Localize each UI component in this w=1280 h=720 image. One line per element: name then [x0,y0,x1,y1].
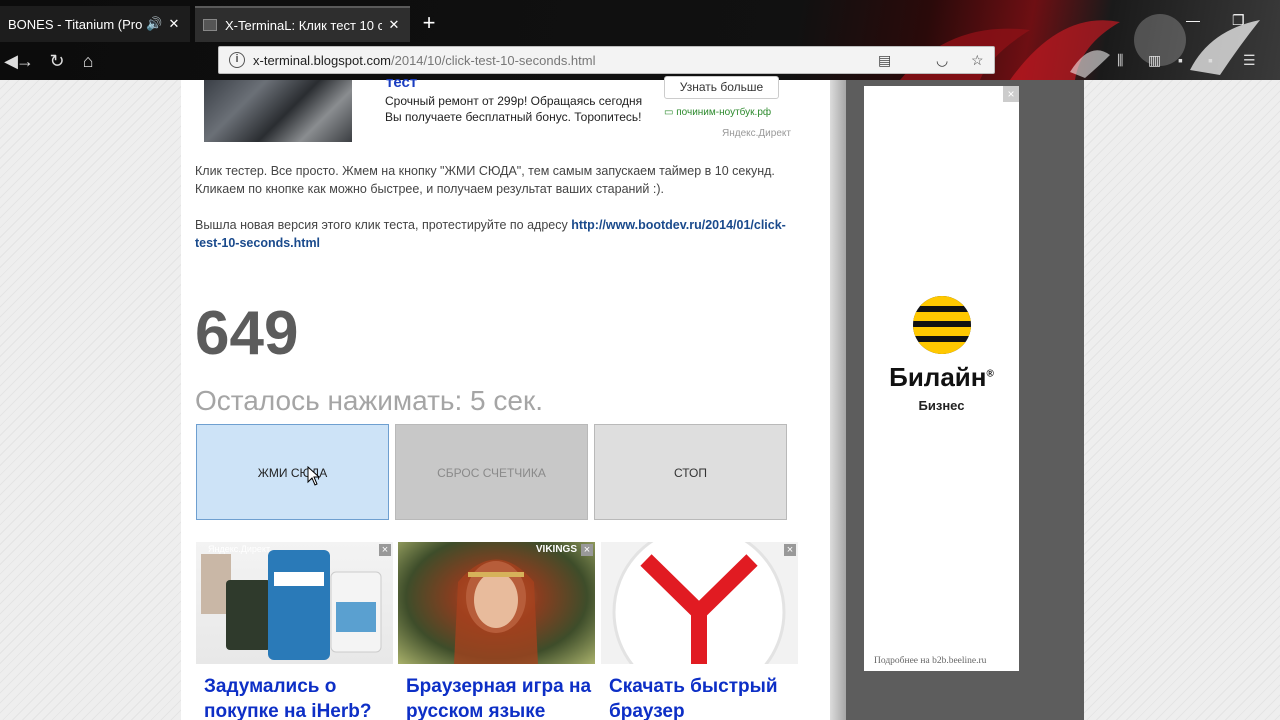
sidebar-edge [830,80,846,720]
close-tab-icon[interactable]: ✕ [386,17,402,33]
article-content: тест Срочный ремонт от 299р! Обращаясь с… [181,74,830,720]
beeline-banner-ad[interactable]: × Билайн® Бизнес Подробнее на b2b.beelin… [864,86,1019,671]
tab-x-terminal[interactable]: X-TerminaL: Клик тест 10 секу ✕ [195,6,410,42]
home-icon[interactable]: ⌂ [77,50,99,72]
minimize-icon[interactable]: — [1186,12,1200,28]
banner-brand: Билайн® [889,362,994,392]
ad-label: VIKINGS [535,544,577,555]
ad-source-label: Яндекс.Директ [722,128,791,139]
reload-icon[interactable]: ↻ [46,50,68,72]
page-favicon-icon [203,19,217,31]
sidebar-icon[interactable]: ▥ [1148,52,1161,69]
address-bar[interactable]: i x-terminal.blogspot.com/2014/10/click-… [218,46,995,74]
close-ad-icon[interactable]: × [1003,86,1019,102]
close-ad-icon[interactable]: × [379,544,391,556]
url-text[interactable]: x-terminal.blogspot.com/2014/10/click-te… [253,53,595,68]
speaker-icon[interactable]: 🔊 [146,16,162,32]
reader-view-icon[interactable]: ▤ [878,52,891,69]
ad-link[interactable]: ▭ починим-ноутбук.рф [664,107,771,118]
extension-icon[interactable]: ▪ [1208,52,1213,68]
page-background [0,80,181,720]
close-ad-icon[interactable]: × [581,544,593,556]
extension-icon[interactable]: ▪ [1178,52,1183,68]
reset-counter-button[interactable]: СБРОС СЧЕТЧИКА [395,424,588,520]
ad-caption[interactable]: Задумались о покупке на iHerb? [204,674,389,720]
ad-caption[interactable]: Скачать быстрый браузер [609,674,794,720]
site-info-icon[interactable]: i [229,52,245,68]
ad-text: Срочный ремонт от 299р! Обращаясь сегодн… [385,94,643,124]
close-ad-icon[interactable]: × [784,544,796,556]
stop-button[interactable]: СТОП [594,424,787,520]
browser-chrome: BONES - Titanium (Prod. by 🔊 ✕ X-Termina… [0,0,1280,80]
ad-label: Яндекс.Директ [208,544,271,554]
ad-learn-more-button[interactable]: Узнать больше [664,76,779,99]
ad-caption[interactable]: Браузерная игра на русском языке [406,674,591,720]
menu-icon[interactable]: ☰ [1243,52,1256,69]
time-remaining: Осталось нажимать: 5 сек. [195,385,543,416]
page-background [1084,80,1280,720]
ad-card-yandex-browser[interactable]: × Скачать быстрый браузер [601,525,798,720]
web-page: тест Срочный ремонт от 299р! Обращаясь с… [0,74,1280,720]
mouse-cursor-icon [307,466,321,486]
tab-bones[interactable]: BONES - Titanium (Prod. by 🔊 ✕ [0,6,190,42]
click-here-button[interactable]: ЖМИ СЮДА [196,424,389,520]
new-version-text: Вышла новая версия этого клик теста, про… [195,218,786,250]
forward-icon[interactable]: → [14,50,36,72]
ad-image[interactable]: Яндекс.Директ × [196,542,393,664]
bookmark-star-icon[interactable]: ☆ [971,52,984,69]
ad-image[interactable] [204,80,352,142]
banner-footer-link[interactable]: Подробнее на b2b.beeline.ru [874,656,986,666]
intro-text: Клик тестер. Все просто. Жмем на кнопку … [195,164,775,196]
library-icon[interactable]: ⫼ [1117,52,1123,69]
ad-card-game[interactable]: VIKINGS × Браузерная игра на русском язы… [398,542,595,720]
banner-subtitle: Бизнес [918,398,965,413]
ad-title[interactable]: тест [386,74,417,91]
pocket-icon[interactable]: ◡ [936,52,948,69]
new-tab-button[interactable]: + [416,10,442,36]
ad-card-iherb[interactable]: Яндекс.Директ × Задумались о покупке на … [196,542,393,720]
ad-image[interactable]: VIKINGS × [398,542,595,664]
click-counter: 649 [195,299,299,368]
close-tab-icon[interactable]: ✕ [166,16,182,32]
beeline-logo-icon [913,296,971,354]
maximize-icon[interactable]: ❐ [1232,12,1245,29]
ad-image[interactable]: × [601,525,798,699]
